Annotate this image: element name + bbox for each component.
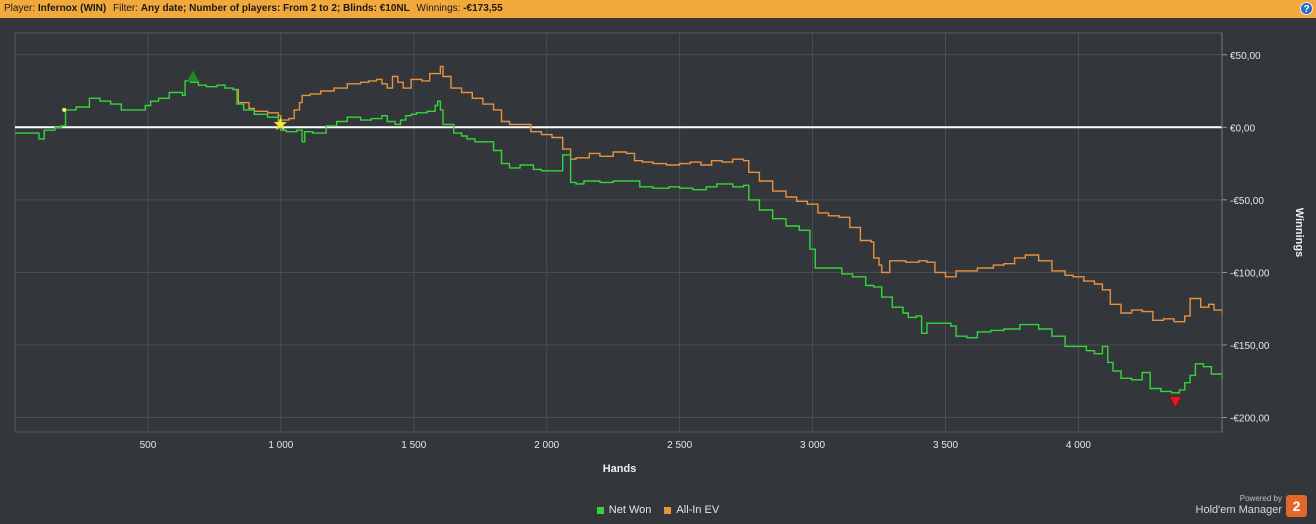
player-value: Infernox (WIN) xyxy=(37,3,107,14)
x-tick-label: 500 xyxy=(140,440,157,451)
x-tick-label: 3 000 xyxy=(800,440,825,451)
brand-logo-icon: 2 xyxy=(1286,495,1307,517)
brand-name: Hold'em Manager xyxy=(1195,504,1282,516)
series-line-all-in-ev xyxy=(233,65,1223,323)
x-tick-label: 1 000 xyxy=(268,440,293,451)
x-tick-label: 1 500 xyxy=(401,440,426,451)
y-tick-label: -€100,00 xyxy=(1230,268,1270,279)
x-axis-title: Hands xyxy=(603,463,637,475)
winnings-value: -€173,55 xyxy=(463,3,503,14)
plot-frame xyxy=(14,32,1223,433)
x-tick-label: 2 500 xyxy=(667,440,692,451)
x-tick-label: 2 000 xyxy=(534,440,559,451)
powered-by-text: Powered by xyxy=(1239,494,1282,503)
chart-series xyxy=(15,65,1223,394)
winnings-chart: 500 1 000 1 500 2 000 2 500 3 000 3 500 4 000 €5… xyxy=(14,32,1305,475)
legend-label-net-won: Net Won xyxy=(608,504,652,516)
chart-axes: 500 1 000 1 500 2 000 2 500 3 000 3 500 4 000 €5… xyxy=(140,33,1305,475)
start-dot-marker xyxy=(62,107,67,112)
chart-markers xyxy=(62,70,1182,409)
filter-label: Filter: xyxy=(113,3,139,14)
y-axis-title: Winnings xyxy=(1293,208,1305,257)
y-tick-label: -€200,00 xyxy=(1230,413,1270,424)
x-tick-label: 3 500 xyxy=(933,440,958,451)
legend-item-net-won[interactable]: Net Won xyxy=(596,504,652,516)
min-marker-icon xyxy=(1168,396,1182,409)
legend-item-all-in-ev[interactable]: All-In EV xyxy=(664,504,719,516)
legend-swatch-net-won xyxy=(596,506,604,514)
help-icon[interactable]: ? xyxy=(1300,2,1313,15)
y-tick-label: €50,00 xyxy=(1230,51,1261,62)
player-label: Player: xyxy=(4,3,36,14)
max-marker-icon xyxy=(187,70,200,82)
header-bar: Player: Infernox (WIN) Filter: Any date;… xyxy=(0,0,1316,18)
winnings-label: Winnings: xyxy=(416,3,461,14)
filter-value: Any date; Number of players: From 2 to 2… xyxy=(140,3,410,14)
chart-grid xyxy=(14,32,1223,433)
y-tick-label: -€150,00 xyxy=(1230,341,1270,352)
legend-swatch-all-in-ev xyxy=(664,506,672,514)
y-tick-label: -€50,00 xyxy=(1230,196,1264,207)
chart-legend: Net Won All-In EV xyxy=(0,504,1316,516)
brand-block: Powered by Hold'em Manager xyxy=(1196,494,1282,517)
legend-label-all-in-ev: All-In EV xyxy=(676,504,720,516)
x-tick-label: 4 000 xyxy=(1066,440,1091,451)
y-tick-label: €0,00 xyxy=(1230,123,1255,134)
